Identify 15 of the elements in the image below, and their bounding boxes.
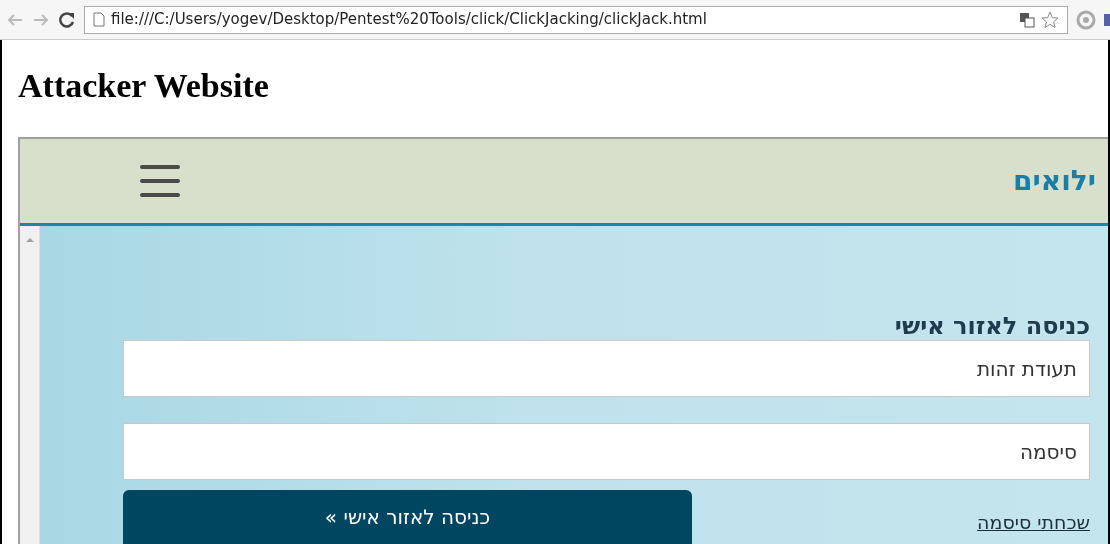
login-button[interactable]: כניסה לאזור אישי » xyxy=(123,490,692,544)
page-icon xyxy=(93,12,105,27)
forgot-password-link[interactable]: שכחתי סיסמה xyxy=(977,508,1090,537)
address-bar[interactable]: file:///C:/Users/yogev/Desktop/Pentest%20Tools/click/ClickJacking/clickJack.html xyxy=(84,5,1068,34)
login-title: כניסה לאזור אישי xyxy=(893,314,1090,338)
scrollbar[interactable] xyxy=(20,226,40,544)
url-text: file:///C:/Users/yogev/Desktop/Pentest%20Tools/click/ClickJacking/clickJack.html xyxy=(111,9,708,31)
input-field[interactable]: תעודת זהות xyxy=(123,340,1090,397)
menu-icon[interactable] xyxy=(140,163,180,199)
reload-icon[interactable] xyxy=(58,10,76,29)
circle-icon[interactable] xyxy=(1076,9,1096,30)
page-heading: Attacker Website xyxy=(17,66,270,106)
translate-icon[interactable] xyxy=(1019,11,1035,28)
star-icon[interactable] xyxy=(1041,10,1059,29)
input-field[interactable]: סיסמה xyxy=(123,423,1090,480)
